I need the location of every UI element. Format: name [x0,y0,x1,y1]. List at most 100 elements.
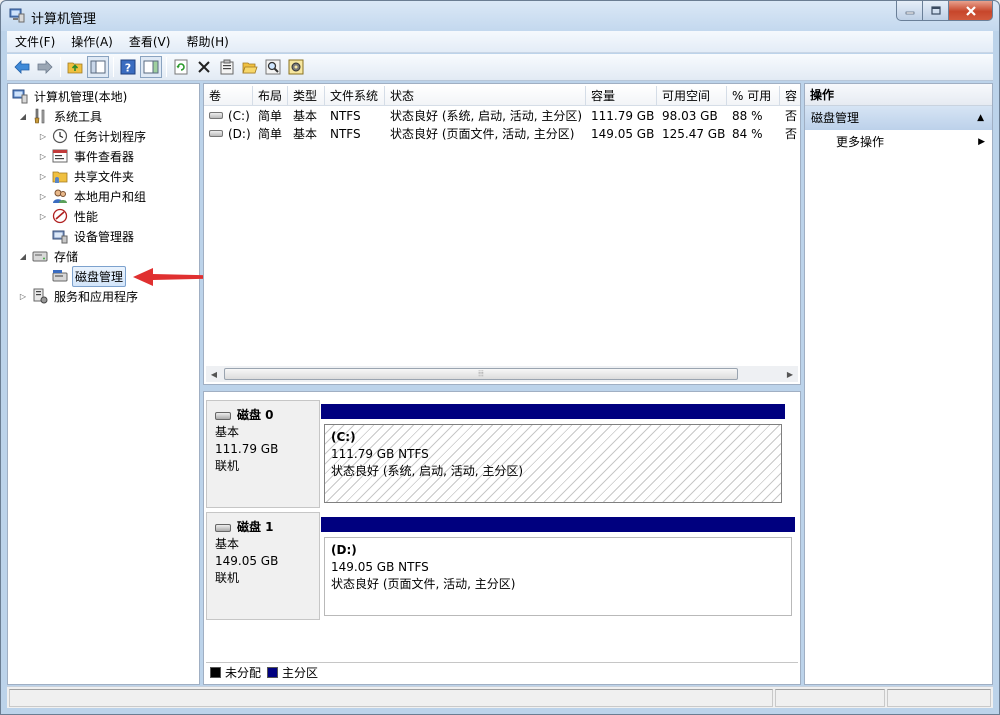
volume-list: 卷 布局 类型 文件系统 状态 容量 可用空间 % 可用 容 (C:) 简单 基… [203,83,801,385]
collapse-up-icon[interactable]: ▲ [977,106,984,130]
up-folder-button[interactable] [64,56,86,78]
status-bar-section [775,689,885,707]
collapse-arrow-icon[interactable]: ◢ [18,251,28,261]
action-pane: 操作 磁盘管理 ▲ 更多操作 ▶ [804,83,993,685]
collapse-arrow-icon[interactable]: ◢ [18,111,28,121]
column-header-capacity[interactable]: 容量 [586,86,657,106]
tree-item-storage[interactable]: ◢ 存储 [18,246,80,266]
disk-management-icon [52,270,68,282]
disk-size: 111.79 GB [215,442,279,456]
scroll-right-arrow-icon[interactable]: ▶ [782,366,798,382]
partition-body: (D:) 149.05 GB NTFS 状态良好 (页面文件, 活动, 主分区) [324,537,792,616]
primary-partition-swatch [267,667,279,678]
maximize-button[interactable] [923,1,949,21]
tree-label: 本地用户和组 [74,189,147,204]
scrollbar-thumb[interactable]: ⦙⦙⦙ [224,368,738,380]
column-header-free-space[interactable]: 可用空间 [657,86,727,106]
disk-name: 磁盘 0 [215,407,311,424]
type-cell: 基本 [293,127,318,141]
refresh-button[interactable] [170,56,192,78]
show-hide-action-pane-icon [143,60,159,74]
partition-status: 状态良好 (页面文件, 活动, 主分区) [331,577,516,591]
settings-button[interactable] [285,56,307,78]
tree-label: 服务和应用程序 [54,289,139,304]
horizontal-scrollbar[interactable]: ◀ ⦙⦙⦙ ▶ [206,366,798,382]
computer-management-icon [9,8,25,23]
search-button[interactable] [262,56,284,78]
expand-arrow-icon[interactable]: ▷ [38,211,48,221]
partition-d[interactable]: (D:) 149.05 GB NTFS 状态良好 (页面文件, 活动, 主分区) [321,517,795,619]
column-header-filesystem[interactable]: 文件系统 [325,86,385,106]
tree-item-services-applications[interactable]: ▷ 服务和应用程序 [18,286,140,306]
tree-label: 性能 [74,209,99,224]
maximize-icon [930,6,941,15]
expand-arrow-icon[interactable]: ▷ [38,191,48,201]
action-pane-title: 操作 [805,84,992,106]
performance-icon [52,208,68,224]
column-header-status[interactable]: 状态 [385,86,586,106]
fault-tolerance-cell: 否 [785,109,798,123]
partition-legend: 未分配 主分区 [206,662,798,682]
column-header-fault-tolerance[interactable]: 容 [780,86,800,106]
tree-item-event-viewer[interactable]: ▷ 事件查看器 [38,146,136,166]
storage-icon [32,251,48,262]
search-icon [265,59,281,75]
column-header-volume[interactable]: 卷 [204,86,253,106]
tree-item-system-tools[interactable]: ◢ 系统工具 [18,106,104,126]
column-header-layout[interactable]: 布局 [253,86,288,106]
free-space-cell: 125.47 GB [662,127,726,141]
fault-tolerance-cell: 否 [785,127,798,141]
volume-row[interactable]: (C:) 简单 基本 NTFS 状态良好 (系统, 启动, 活动, 主分区) 1… [204,107,800,125]
expand-arrow-icon[interactable]: ▷ [38,171,48,181]
legend-primary: 主分区 [282,666,319,680]
help-button[interactable]: ? [117,56,139,78]
open-button[interactable] [239,56,261,78]
title-bar[interactable]: 计算机管理 [1,1,999,31]
back-button[interactable] [11,56,33,78]
menu-view[interactable]: 查看(V) [121,31,179,53]
column-header-percent-free[interactable]: % 可用 [727,86,780,106]
capacity-cell: 111.79 GB [591,109,655,123]
tree-item-computer-management[interactable]: 计算机管理(本地) [12,86,129,106]
tree-item-local-users-groups[interactable]: ▷ 本地用户和组 [38,186,148,206]
expand-arrow-icon[interactable]: ▷ [18,291,28,301]
partition-c[interactable]: (C:) 111.79 GB NTFS 状态良好 (系统, 启动, 活动, 主分… [321,404,785,506]
filesystem-cell: NTFS [330,127,361,141]
toolbar-separator [166,57,167,77]
more-actions-label: 更多操作 [836,135,885,149]
settings-icon [288,59,304,75]
tree-item-task-scheduler[interactable]: ▷ 任务计划程序 [38,126,148,146]
expand-arrow-icon[interactable]: ▷ [38,151,48,161]
delete-button[interactable] [193,56,215,78]
scroll-left-arrow-icon[interactable]: ◀ [206,366,222,382]
close-button[interactable] [949,1,993,21]
more-actions-item[interactable]: 更多操作 ▶ [805,130,992,154]
show-hide-action-pane-button[interactable] [140,56,162,78]
disk-type: 基本 [215,425,240,439]
expand-arrow-icon[interactable]: ▷ [38,131,48,141]
tree-item-performance[interactable]: ▷ 性能 [38,206,100,226]
volume-row[interactable]: (D:) 简单 基本 NTFS 状态良好 (页面文件, 活动, 主分区) 149… [204,125,800,143]
menu-file[interactable]: 文件(F) [7,31,63,53]
minimize-button[interactable] [896,1,923,21]
tree-item-disk-management[interactable]: 磁盘管理 [52,265,127,287]
partition-status: 状态良好 (系统, 启动, 活动, 主分区) [331,464,524,478]
volume-icon [209,130,223,137]
show-hide-tree-button[interactable] [87,56,109,78]
column-header-type[interactable]: 类型 [288,86,325,106]
disk-name-text: 磁盘 0 [237,408,274,422]
status-cell: 状态良好 (系统, 启动, 活动, 主分区) [390,109,583,123]
menu-action[interactable]: 操作(A) [63,31,121,53]
tree-item-device-manager[interactable]: 设备管理器 [52,226,136,246]
forward-button[interactable] [34,56,56,78]
tree-label: 任务计划程序 [74,129,147,144]
forward-icon [37,60,53,74]
disk-0-info[interactable]: 磁盘 0 基本 111.79 GB 联机 [206,400,320,508]
tree-item-shared-folders[interactable]: ▷ 共享文件夹 [38,166,136,186]
partition-body: (C:) 111.79 GB NTFS 状态良好 (系统, 启动, 活动, 主分… [324,424,782,503]
properties-button[interactable] [216,56,238,78]
menu-help[interactable]: 帮助(H) [178,31,236,53]
partition-size-fs: 111.79 GB NTFS [331,447,429,461]
action-section-disk-management[interactable]: 磁盘管理 ▲ [805,106,992,130]
disk-1-info[interactable]: 磁盘 1 基本 149.05 GB 联机 [206,512,320,620]
